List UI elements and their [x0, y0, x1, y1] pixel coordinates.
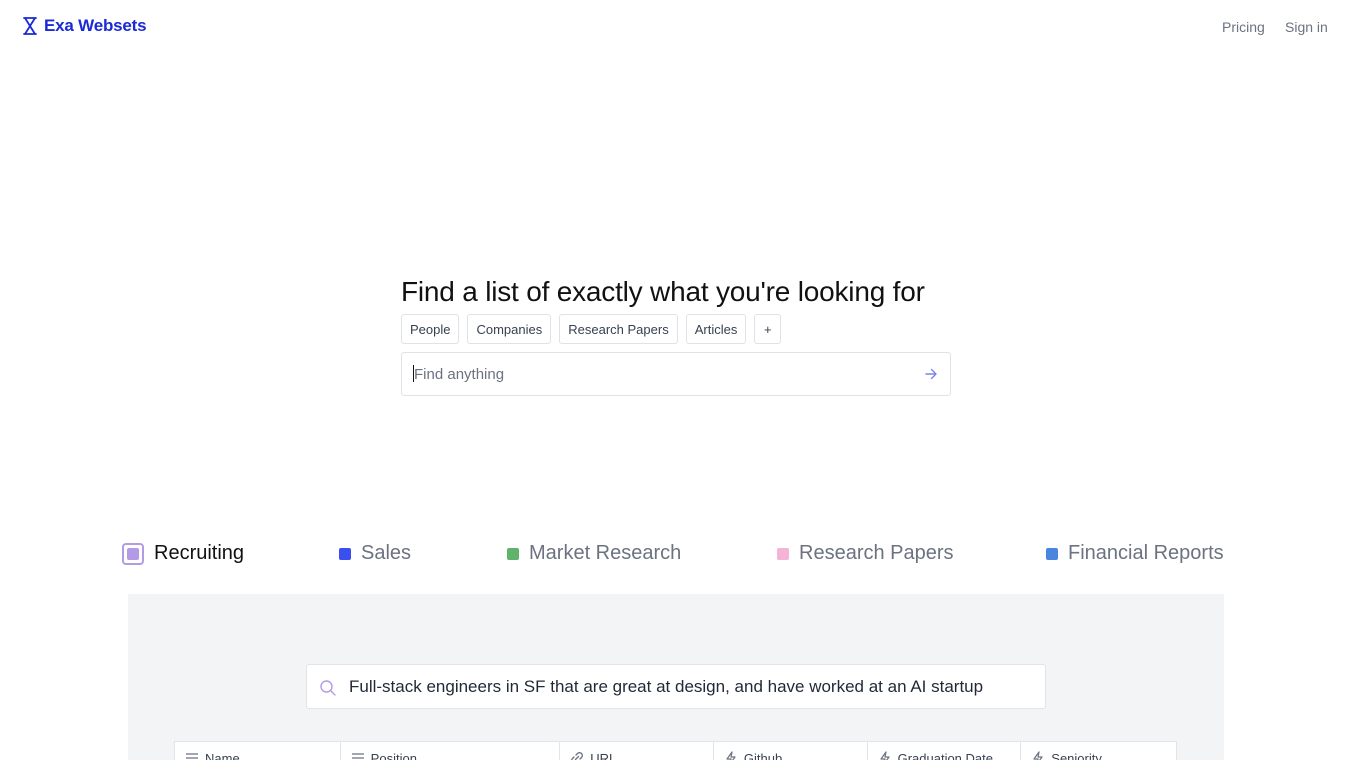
chip-companies[interactable]: Companies [467, 314, 552, 344]
tab-market-research[interactable]: Market Research [507, 542, 681, 565]
arrow-right-icon[interactable] [921, 364, 941, 384]
column-label: Seniority [1051, 751, 1102, 760]
main-search-box [401, 352, 951, 396]
recruiting-swatch-icon [122, 542, 144, 565]
enrichment-icon [879, 751, 890, 760]
market-research-swatch-icon [507, 547, 519, 560]
chip-people[interactable]: People [401, 314, 460, 344]
column-header-name: Name [175, 742, 341, 760]
tab-financial-reports[interactable]: Financial Reports [1046, 542, 1224, 565]
column-header-github: Github [714, 742, 868, 760]
tab-label: Financial Reports [1068, 542, 1224, 564]
tab-label: Recruiting [154, 542, 245, 564]
column-label: Github [743, 751, 783, 760]
hourglass-logo-icon [23, 17, 37, 35]
brand-name: Exa Websets [44, 16, 147, 35]
main-search-input[interactable] [414, 353, 904, 395]
column-header-graduation-date: Graduation Date [868, 742, 1022, 760]
tab-research-papers[interactable]: Research Papers [777, 542, 954, 565]
brand-logo-link[interactable]: Exa Websets [22, 16, 147, 36]
entity-type-chips: People Companies Research Papers Article… [401, 314, 782, 344]
column-label: Graduation Date [897, 751, 993, 760]
chip-articles[interactable]: Articles [685, 314, 747, 344]
sales-swatch-icon [339, 547, 351, 560]
column-header-position: Position [341, 742, 561, 760]
text-caret [413, 365, 414, 382]
text-lines-icon [351, 753, 364, 759]
financial-reports-swatch-icon [1046, 547, 1058, 560]
tab-label: Market Research [529, 542, 682, 564]
column-header-seniority: Seniority [1021, 742, 1176, 760]
column-label: URL [590, 751, 617, 760]
search-icon [320, 680, 336, 696]
use-case-tabs: Recruiting Sales Market Research Researc… [122, 542, 1232, 572]
text-lines-icon [186, 753, 198, 759]
demo-table-header: Name Position URL Github Graduation Date… [174, 741, 1177, 760]
chip-add-more[interactable]: + [754, 314, 782, 344]
hero-title: Find a list of exactly what you're looki… [401, 276, 925, 307]
enrichment-icon [1033, 751, 1043, 760]
tab-label: Sales [361, 542, 412, 564]
top-bar: Exa Websets Pricing Sign in [0, 0, 1352, 56]
enrichment-icon [726, 751, 736, 760]
demo-panel: Full-stack engineers in SF that are grea… [128, 594, 1224, 760]
tab-label: Research Papers [799, 542, 954, 564]
column-header-url: URL [560, 742, 714, 760]
research-papers-swatch-icon [777, 547, 789, 560]
chip-research-papers[interactable]: Research Papers [559, 314, 678, 344]
link-icon [571, 752, 584, 760]
nav-sign-in-link[interactable]: Sign in [1285, 19, 1328, 35]
demo-query-text: Full-stack engineers in SF that are grea… [349, 677, 984, 696]
tab-sales[interactable]: Sales [339, 542, 411, 565]
demo-query-box: Full-stack engineers in SF that are grea… [306, 664, 1046, 709]
column-label: Name [205, 751, 240, 760]
tab-recruiting[interactable]: Recruiting [122, 542, 244, 565]
nav-pricing-link[interactable]: Pricing [1222, 19, 1265, 35]
column-label: Position [370, 751, 417, 760]
